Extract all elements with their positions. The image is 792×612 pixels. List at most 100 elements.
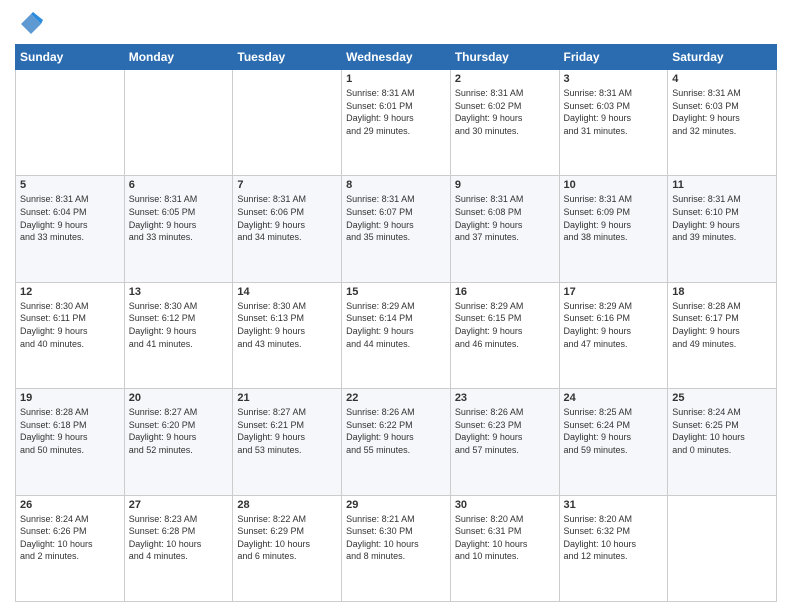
day-info: Sunrise: 8:21 AM Sunset: 6:30 PM Dayligh… [346, 513, 446, 563]
day-info: Sunrise: 8:20 AM Sunset: 6:32 PM Dayligh… [564, 513, 664, 563]
day-number: 14 [237, 286, 337, 298]
calendar-cell: 14 Sunrise: 8:30 AM Sunset: 6:13 PM Dayli… [233, 282, 342, 388]
day-info: Sunrise: 8:31 AM Sunset: 6:02 PM Dayligh… [455, 87, 555, 137]
day-header-tuesday: Tuesday [233, 45, 342, 70]
calendar-cell: 17 Sunrise: 8:29 AM Sunset: 6:16 PM Dayli… [559, 282, 668, 388]
day-number: 2 [455, 73, 555, 85]
day-info: Sunrise: 8:29 AM Sunset: 6:15 PM Dayligh… [455, 300, 555, 350]
calendar-cell: 27Sunrise: 8:23 AM Sunset: 6:28 PM Dayli… [124, 495, 233, 601]
calendar-cell: 1 Sunrise: 8:31 AM Sunset: 6:01 PM Daylig… [342, 70, 451, 176]
day-info: Sunrise: 8:24 AM Sunset: 6:25 PM Dayligh… [672, 406, 772, 456]
calendar-cell: 20Sunrise: 8:27 AM Sunset: 6:20 PM Dayli… [124, 389, 233, 495]
day-number: 25 [672, 392, 772, 404]
day-info: Sunrise: 8:31 AM Sunset: 6:04 PM Dayligh… [20, 193, 120, 243]
day-info: Sunrise: 8:25 AM Sunset: 6:24 PM Dayligh… [564, 406, 664, 456]
day-info: Sunrise: 8:31 AM Sunset: 6:01 PM Dayligh… [346, 87, 446, 137]
day-header-saturday: Saturday [668, 45, 777, 70]
calendar-cell: 10 Sunrise: 8:31 AM Sunset: 6:09 PM Dayli… [559, 176, 668, 282]
day-info: Sunrise: 8:28 AM Sunset: 6:18 PM Dayligh… [20, 406, 120, 456]
day-number: 12 [20, 286, 120, 298]
calendar-cell [124, 70, 233, 176]
calendar-cell: 29Sunrise: 8:21 AM Sunset: 6:30 PM Dayli… [342, 495, 451, 601]
day-number: 31 [564, 499, 664, 511]
week-row-4: 26Sunrise: 8:24 AM Sunset: 6:26 PM Dayli… [16, 495, 777, 601]
day-number: 21 [237, 392, 337, 404]
day-number: 13 [129, 286, 229, 298]
day-number: 18 [672, 286, 772, 298]
calendar-cell: 11 Sunrise: 8:31 AM Sunset: 6:10 PM Dayli… [668, 176, 777, 282]
day-number: 15 [346, 286, 446, 298]
calendar-cell: 25 Sunrise: 8:24 AM Sunset: 6:25 PM Dayli… [668, 389, 777, 495]
day-info: Sunrise: 8:31 AM Sunset: 6:08 PM Dayligh… [455, 193, 555, 243]
page: SundayMondayTuesdayWednesdayThursdayFrid… [0, 0, 792, 612]
calendar-cell: 31 Sunrise: 8:20 AM Sunset: 6:32 PM Dayli… [559, 495, 668, 601]
calendar-cell: 2 Sunrise: 8:31 AM Sunset: 6:02 PM Daylig… [450, 70, 559, 176]
calendar-header-row: SundayMondayTuesdayWednesdayThursdayFrid… [16, 45, 777, 70]
calendar-cell: 28 Sunrise: 8:22 AM Sunset: 6:29 PM Dayli… [233, 495, 342, 601]
day-info: Sunrise: 8:27 AM Sunset: 6:20 PM Dayligh… [129, 406, 229, 456]
calendar-cell: 21 Sunrise: 8:27 AM Sunset: 6:21 PM Dayli… [233, 389, 342, 495]
calendar-cell: 30Sunrise: 8:20 AM Sunset: 6:31 PM Dayli… [450, 495, 559, 601]
day-info: Sunrise: 8:28 AM Sunset: 6:17 PM Dayligh… [672, 300, 772, 350]
day-number: 11 [672, 179, 772, 191]
day-info: Sunrise: 8:22 AM Sunset: 6:29 PM Dayligh… [237, 513, 337, 563]
calendar-cell: 26Sunrise: 8:24 AM Sunset: 6:26 PM Dayli… [16, 495, 125, 601]
day-number: 24 [564, 392, 664, 404]
day-number: 22 [346, 392, 446, 404]
day-info: Sunrise: 8:31 AM Sunset: 6:10 PM Dayligh… [672, 193, 772, 243]
header [15, 10, 777, 38]
day-number: 5 [20, 179, 120, 191]
calendar-cell: 18 Sunrise: 8:28 AM Sunset: 6:17 PM Dayli… [668, 282, 777, 388]
calendar-cell: 23Sunrise: 8:26 AM Sunset: 6:23 PM Dayli… [450, 389, 559, 495]
day-info: Sunrise: 8:31 AM Sunset: 6:06 PM Dayligh… [237, 193, 337, 243]
day-info: Sunrise: 8:30 AM Sunset: 6:12 PM Dayligh… [129, 300, 229, 350]
day-number: 7 [237, 179, 337, 191]
day-number: 23 [455, 392, 555, 404]
day-number: 6 [129, 179, 229, 191]
calendar-cell: 5 Sunrise: 8:31 AM Sunset: 6:04 PM Daylig… [16, 176, 125, 282]
day-number: 9 [455, 179, 555, 191]
calendar: SundayMondayTuesdayWednesdayThursdayFrid… [15, 44, 777, 602]
calendar-cell: 15 Sunrise: 8:29 AM Sunset: 6:14 PM Dayli… [342, 282, 451, 388]
calendar-cell: 16 Sunrise: 8:29 AM Sunset: 6:15 PM Dayli… [450, 282, 559, 388]
day-info: Sunrise: 8:30 AM Sunset: 6:13 PM Dayligh… [237, 300, 337, 350]
calendar-cell: 4 Sunrise: 8:31 AM Sunset: 6:03 PM Daylig… [668, 70, 777, 176]
day-number: 28 [237, 499, 337, 511]
calendar-cell: 22 Sunrise: 8:26 AM Sunset: 6:22 PM Dayli… [342, 389, 451, 495]
calendar-cell: 9 Sunrise: 8:31 AM Sunset: 6:08 PM Daylig… [450, 176, 559, 282]
day-info: Sunrise: 8:30 AM Sunset: 6:11 PM Dayligh… [20, 300, 120, 350]
day-number: 10 [564, 179, 664, 191]
day-number: 27 [129, 499, 229, 511]
day-number: 26 [20, 499, 120, 511]
day-info: Sunrise: 8:31 AM Sunset: 6:03 PM Dayligh… [672, 87, 772, 137]
week-row-0: 1 Sunrise: 8:31 AM Sunset: 6:01 PM Daylig… [16, 70, 777, 176]
calendar-cell: 6Sunrise: 8:31 AM Sunset: 6:05 PM Daylig… [124, 176, 233, 282]
calendar-cell: 12 Sunrise: 8:30 AM Sunset: 6:11 PM Dayli… [16, 282, 125, 388]
day-info: Sunrise: 8:29 AM Sunset: 6:16 PM Dayligh… [564, 300, 664, 350]
calendar-cell: 24 Sunrise: 8:25 AM Sunset: 6:24 PM Dayli… [559, 389, 668, 495]
calendar-cell: 19Sunrise: 8:28 AM Sunset: 6:18 PM Dayli… [16, 389, 125, 495]
day-header-friday: Friday [559, 45, 668, 70]
day-header-sunday: Sunday [16, 45, 125, 70]
calendar-cell: 3 Sunrise: 8:31 AM Sunset: 6:03 PM Daylig… [559, 70, 668, 176]
week-row-2: 12 Sunrise: 8:30 AM Sunset: 6:11 PM Dayli… [16, 282, 777, 388]
day-info: Sunrise: 8:27 AM Sunset: 6:21 PM Dayligh… [237, 406, 337, 456]
day-info: Sunrise: 8:31 AM Sunset: 6:03 PM Dayligh… [564, 87, 664, 137]
day-number: 16 [455, 286, 555, 298]
day-info: Sunrise: 8:26 AM Sunset: 6:22 PM Dayligh… [346, 406, 446, 456]
day-number: 3 [564, 73, 664, 85]
calendar-cell [233, 70, 342, 176]
logo [15, 10, 47, 38]
day-info: Sunrise: 8:31 AM Sunset: 6:07 PM Dayligh… [346, 193, 446, 243]
logo-icon [15, 10, 43, 38]
calendar-cell [16, 70, 125, 176]
day-info: Sunrise: 8:29 AM Sunset: 6:14 PM Dayligh… [346, 300, 446, 350]
calendar-cell: 13 Sunrise: 8:30 AM Sunset: 6:12 PM Dayli… [124, 282, 233, 388]
day-info: Sunrise: 8:31 AM Sunset: 6:09 PM Dayligh… [564, 193, 664, 243]
day-number: 4 [672, 73, 772, 85]
day-info: Sunrise: 8:20 AM Sunset: 6:31 PM Dayligh… [455, 513, 555, 563]
day-number: 8 [346, 179, 446, 191]
day-number: 17 [564, 286, 664, 298]
week-row-1: 5 Sunrise: 8:31 AM Sunset: 6:04 PM Daylig… [16, 176, 777, 282]
day-number: 1 [346, 73, 446, 85]
